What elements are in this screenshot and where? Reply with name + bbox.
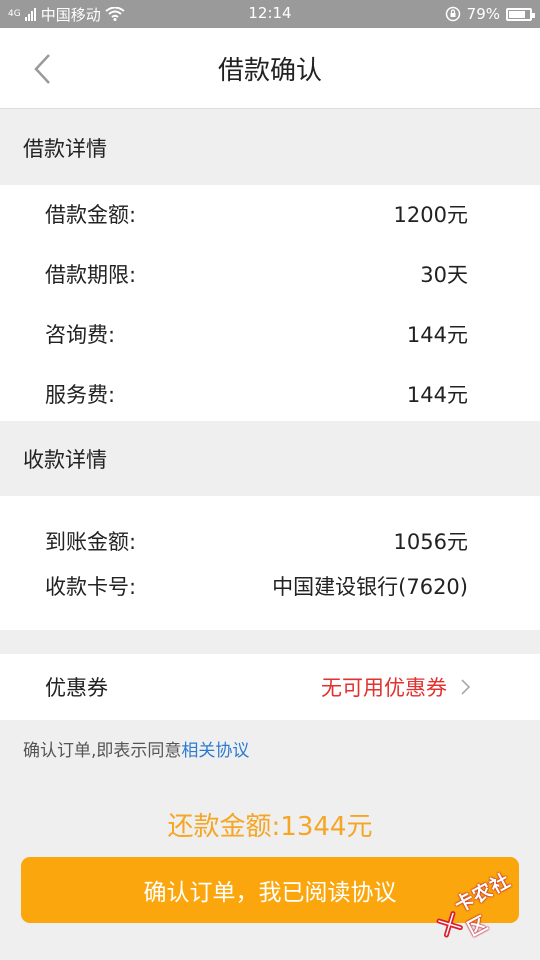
wifi-icon	[105, 7, 125, 21]
agreement-prefix: 确认订单,即表示同意	[23, 741, 182, 761]
detail-row-card-number: 收款卡号: 中国建设银行(7620)	[45, 571, 468, 601]
repay-amount: 还款金额:1344元	[167, 812, 373, 842]
detail-value: 144元	[406, 323, 468, 347]
battery-icon	[506, 7, 535, 21]
battery-percent: 79%	[466, 5, 500, 23]
detail-row-loan-term: 借款期限: 30天	[45, 259, 468, 289]
detail-row-service-fee: 服务费: 144元	[45, 379, 468, 409]
rotation-lock-icon	[445, 6, 460, 22]
detail-label: 借款期限:	[45, 263, 137, 287]
page-title: 借款确认	[217, 55, 322, 86]
battery-level	[509, 10, 525, 18]
detail-label: 借款金额:	[45, 203, 137, 227]
coupon-row-content: 优惠券 无可用优惠券	[45, 672, 470, 702]
detail-value: 1056元	[393, 530, 468, 554]
signal-label: 4G	[8, 8, 21, 19]
receipt-details-panel: 到账金额: 1056元 收款卡号: 中国建设银行(7620)	[0, 496, 540, 630]
detail-value: 144元	[406, 383, 468, 407]
detail-label: 收款卡号:	[45, 575, 137, 599]
detail-value: 1200元	[393, 203, 468, 227]
chevron-left-icon	[34, 54, 50, 84]
carrier-name: 中国移动	[40, 5, 101, 24]
agreement-text: 确认订单,即表示同意相关协议	[23, 736, 249, 761]
back-button[interactable]	[28, 52, 56, 86]
detail-row-received-amount: 到账金额: 1056元	[45, 526, 468, 556]
signal-icon	[24, 8, 36, 21]
detail-value: 30天	[420, 263, 468, 287]
chevron-right-icon	[461, 679, 470, 695]
loan-details-panel: 借款金额: 1200元 借款期限: 30天 咨询费: 144元 服务费: 144…	[0, 185, 540, 421]
section-header-receipt-details: 收款详情	[23, 447, 107, 472]
nav-bar: 借款确认	[0, 28, 540, 109]
detail-row-consulting-fee: 咨询费: 144元	[45, 319, 468, 349]
detail-label: 咨询费:	[45, 323, 116, 347]
status-bar: 4G 中国移动 12:14 79%	[0, 0, 540, 28]
detail-label: 到账金额:	[45, 530, 137, 554]
coupon-row[interactable]: 优惠券 无可用优惠券	[0, 654, 540, 720]
detail-value: 中国建设银行(7620)	[272, 575, 468, 599]
detail-row-loan-amount: 借款金额: 1200元	[45, 199, 468, 229]
section-header-loan-details: 借款详情	[23, 136, 107, 161]
coupon-value-wrap: 无可用优惠券	[321, 672, 470, 702]
coupon-value: 无可用优惠券	[321, 676, 447, 700]
detail-label: 服务费:	[45, 383, 116, 407]
agreement-link[interactable]: 相关协议	[181, 741, 249, 761]
coupon-label: 优惠券	[45, 676, 108, 700]
